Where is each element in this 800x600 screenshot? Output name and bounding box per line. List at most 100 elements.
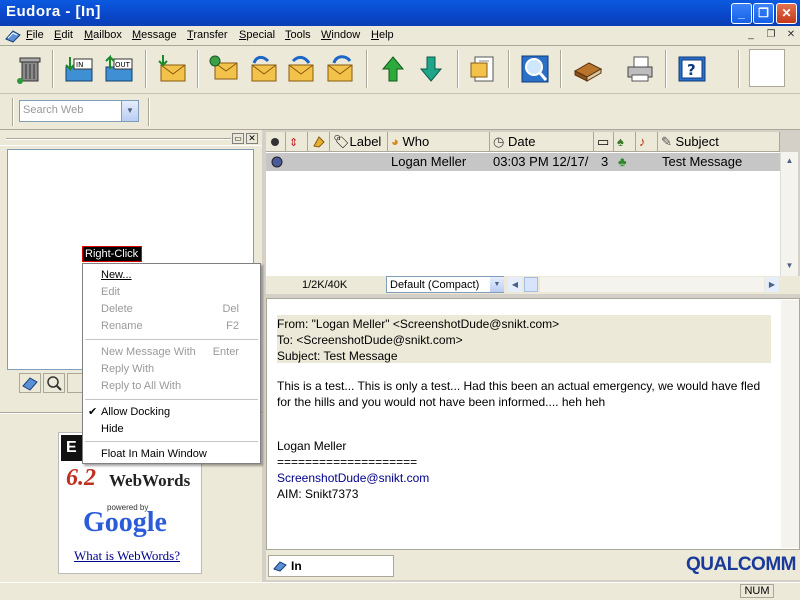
menu-item-new-message-with[interactable]: New Message With <box>101 346 196 358</box>
in-mailbox-button[interactable]: IN <box>62 52 96 86</box>
close-button[interactable]: ✕ <box>776 3 797 24</box>
mdi-minimize-button[interactable]: _ <box>744 29 758 42</box>
eudora-document-icon[interactable] <box>4 29 22 43</box>
svg-text:?: ? <box>687 61 696 79</box>
panel-close-button[interactable]: ✕ <box>246 133 258 144</box>
previous-message-button[interactable] <box>376 52 410 86</box>
search-dropdown-button[interactable]: ▼ <box>121 101 138 121</box>
magnifier-icon <box>521 55 549 83</box>
address-book-button[interactable] <box>570 52 604 86</box>
body-line: This is a test... This is only a test...… <box>277 379 761 393</box>
menu-special[interactable]: Special <box>239 29 275 41</box>
hscroll-left-button[interactable]: ◀ <box>508 277 522 292</box>
filters-tab-button[interactable] <box>43 373 65 393</box>
delete-shortcut: Del <box>222 303 239 315</box>
minimize-button[interactable]: _ <box>731 3 752 24</box>
svg-text:OUT: OUT <box>115 61 131 69</box>
message-who: Logan Meller <box>391 154 467 169</box>
message-list-scrollbar[interactable]: ▲ ▼ <box>780 152 798 276</box>
qualcomm-logo: QUALCOMM <box>686 554 796 575</box>
message-row[interactable]: Logan Meller 03:03 PM 12/17/ 3 ♣ Test Me… <box>266 153 780 171</box>
subject-column-header[interactable]: ✎ Subject <box>658 132 780 152</box>
redirect-button[interactable] <box>323 52 357 86</box>
size-column-header[interactable]: ▭ <box>594 132 614 152</box>
menu-item-allow-docking[interactable]: Allow Docking <box>101 406 170 418</box>
server-column-header[interactable]: ♠ <box>614 132 636 152</box>
menu-item-new[interactable]: New... <box>101 269 132 281</box>
out-mailbox-button[interactable]: OUT <box>102 52 136 86</box>
mailbox-tab-in[interactable]: In <box>268 555 394 577</box>
hscroll-right-button[interactable]: ▶ <box>765 277 779 292</box>
menu-item-delete[interactable]: Delete <box>101 303 133 315</box>
mdi-restore-button[interactable]: ❐ <box>764 29 778 42</box>
help-button[interactable]: ? <box>675 52 709 86</box>
menu-window[interactable]: Window <box>321 29 360 41</box>
menu-mailbox[interactable]: Mailbox <box>84 29 122 41</box>
menu-item-reply-with[interactable]: Reply With <box>101 363 154 375</box>
new-message-icon <box>209 55 238 80</box>
who-icon: ◕ <box>391 134 403 149</box>
menu-bar: File Edit Mailbox Message Transfer Special Too… <box>0 26 800 46</box>
menu-edit[interactable]: Edit <box>54 29 73 41</box>
attachment-icon <box>313 136 325 148</box>
main-toolbar: IN OUT ? <box>0 46 800 94</box>
hscroll-track[interactable] <box>540 277 764 292</box>
menu-item-edit[interactable]: Edit <box>101 286 120 298</box>
new-message-button[interactable] <box>206 52 240 86</box>
checkmark-icon: ✔ <box>88 406 98 418</box>
menu-item-hide[interactable]: Hide <box>101 423 124 435</box>
priority-arrows-icon: ⇕ <box>289 137 299 149</box>
panel-minimize-button[interactable]: ▭ <box>232 133 244 144</box>
menu-transfer[interactable]: Transfer <box>187 29 228 41</box>
preview-from: From: "Logan Meller" <ScreenshotDude@sni… <box>277 317 560 331</box>
subject-pencil-icon: ✎ <box>661 134 676 149</box>
clock-icon: ◷ <box>493 134 508 149</box>
who-column-header[interactable]: ◕ Who <box>388 132 490 152</box>
restore-button[interactable]: ❐ <box>753 3 774 24</box>
mood-column-header[interactable]: ♪ <box>636 132 658 152</box>
mailboxes-tab-button[interactable] <box>19 373 41 393</box>
google-logo: Google <box>83 507 167 538</box>
search-tab-icon <box>47 376 62 391</box>
date-column-header[interactable]: ◷ Date <box>490 132 594 152</box>
menu-message[interactable]: Message <box>132 29 177 41</box>
preview-header-block: From: "Logan Meller" <ScreenshotDude@sni… <box>277 315 771 363</box>
signature-rule: ==================== <box>277 455 418 469</box>
trash-button[interactable] <box>12 52 46 86</box>
view-dropdown-button[interactable]: ▼ <box>490 277 504 292</box>
menu-help[interactable]: Help <box>371 29 394 41</box>
menu-item-float-in-main-window[interactable]: Float In Main Window <box>101 448 207 460</box>
hscroll-thumb[interactable] <box>524 277 538 292</box>
reply-button[interactable] <box>245 52 279 86</box>
menu-item-rename[interactable]: Rename <box>101 320 143 332</box>
check-mail-button[interactable] <box>154 52 188 86</box>
message-list-header: ⇕ 🏷Label ◕ Who ◷ Date ▭ ♠ ♪ ✎ Subject <box>266 132 780 152</box>
attachment-column-header[interactable] <box>308 132 330 152</box>
status-column-header[interactable] <box>266 132 286 152</box>
find-button[interactable] <box>518 52 552 86</box>
menu-item-reply-all-with[interactable]: Reply to All With <box>101 380 181 392</box>
preview-scrollbar[interactable] <box>781 300 799 548</box>
next-message-button[interactable] <box>414 52 448 86</box>
right-click-callout: Right-Click <box>82 246 142 262</box>
menu-file[interactable]: File <box>26 29 44 41</box>
what-is-webwords-link[interactable]: What is WebWords? <box>74 548 180 564</box>
attach-button[interactable] <box>466 52 500 86</box>
scroll-down-button[interactable]: ▼ <box>782 258 797 274</box>
address-book-icon <box>573 62 603 82</box>
size-icon: ▭ <box>597 134 610 149</box>
signature-email-link[interactable]: ScreenshotDude@snikt.com <box>277 470 777 486</box>
forward-button[interactable] <box>284 52 318 86</box>
title-bar[interactable]: Eudora - [In] _ ❐ ✕ <box>0 0 800 26</box>
label-column-header[interactable]: 🏷Label <box>330 132 388 152</box>
priority-column-header[interactable]: ⇕ <box>286 132 308 152</box>
scroll-up-button[interactable]: ▲ <box>782 153 797 169</box>
server-icon: ♠ <box>617 134 624 149</box>
menu-tools[interactable]: Tools <box>285 29 311 41</box>
print-button[interactable] <box>623 52 657 86</box>
window-title: Eudora - [In] <box>6 3 101 20</box>
mdi-close-button[interactable]: ✕ <box>784 29 798 42</box>
view-select[interactable]: Default (Compact) <box>386 276 504 293</box>
message-subject: Test Message <box>662 154 743 169</box>
signature-aim: AIM: Snikt7373 <box>277 487 359 501</box>
